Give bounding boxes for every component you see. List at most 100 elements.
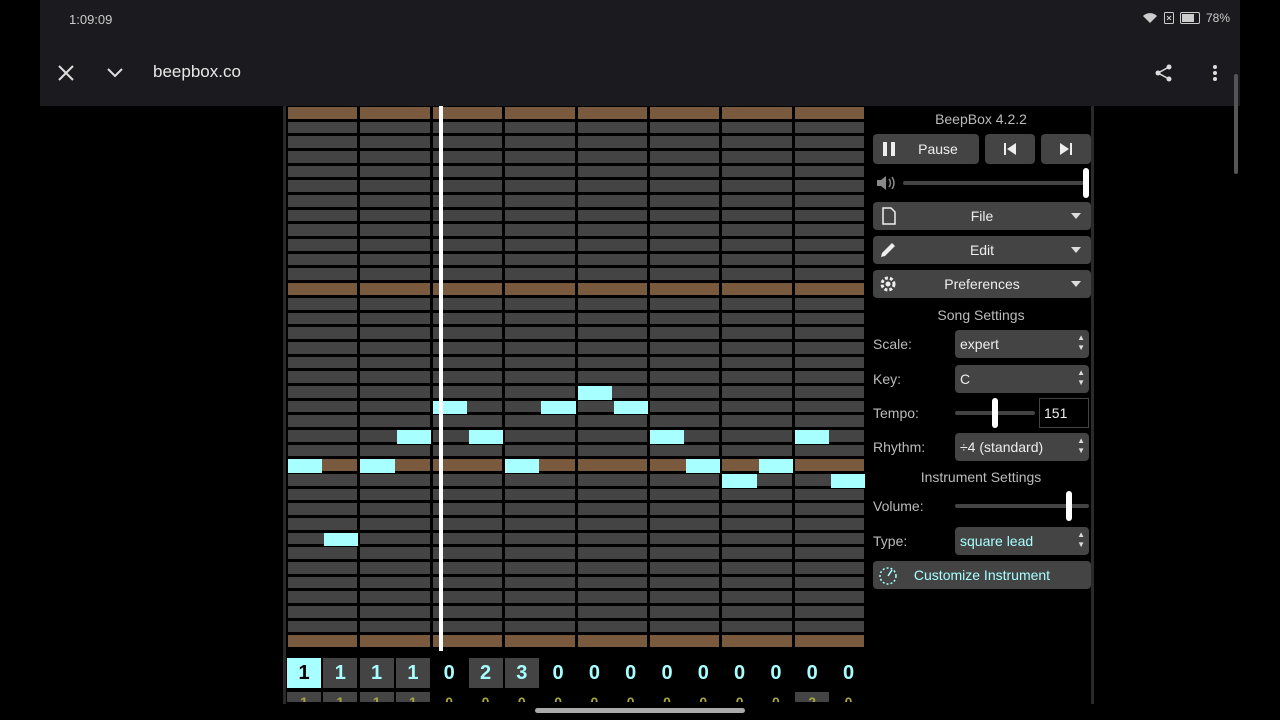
grid-cell[interactable]	[722, 518, 792, 530]
grid-cell[interactable]	[577, 606, 647, 618]
grid-cell[interactable]	[505, 371, 575, 383]
pattern-number[interactable]: 0	[759, 692, 793, 702]
previous-bar-button[interactable]	[985, 134, 1035, 164]
grid-cell[interactable]	[650, 327, 720, 339]
browser-scrollbar[interactable]	[1234, 74, 1238, 174]
grid-cell[interactable]	[650, 268, 720, 281]
note[interactable]	[722, 474, 757, 488]
note[interactable]	[432, 400, 467, 415]
grid-cell[interactable]	[505, 136, 575, 149]
grid-cell[interactable]	[722, 253, 792, 266]
chevron-down-icon[interactable]	[103, 61, 127, 85]
grid-cell[interactable]	[432, 268, 503, 281]
grid-cell[interactable]	[794, 459, 865, 471]
grid-cell[interactable]	[360, 239, 430, 251]
grid-cell[interactable]	[360, 635, 430, 648]
grid-cell[interactable]	[432, 297, 503, 310]
grid-cell[interactable]	[432, 224, 503, 237]
grid-cell[interactable]	[505, 107, 575, 119]
grid-cell[interactable]	[288, 151, 358, 163]
grid-cell[interactable]	[360, 415, 430, 427]
grid-cell[interactable]	[288, 136, 358, 149]
grid-cell[interactable]	[360, 180, 430, 193]
grid-cell[interactable]	[794, 341, 865, 354]
grid-cell[interactable]	[505, 444, 575, 457]
pattern-number[interactable]: 1	[323, 692, 358, 702]
grid-cell[interactable]	[360, 283, 430, 295]
grid-cell[interactable]	[288, 474, 358, 486]
grid-cell[interactable]	[650, 488, 720, 501]
grid-cell[interactable]	[360, 620, 430, 633]
grid-cell[interactable]	[794, 209, 865, 222]
grid-cell[interactable]	[432, 562, 503, 574]
pattern-number[interactable]: 0	[832, 692, 866, 702]
grid-cell[interactable]	[432, 620, 503, 633]
grid-cell[interactable]	[794, 165, 865, 178]
grid-cell[interactable]	[650, 444, 720, 457]
grid-cell[interactable]	[288, 195, 358, 207]
type-select[interactable]: square lead ▲ ▼	[955, 527, 1089, 555]
grid-cell[interactable]	[577, 283, 647, 295]
grid-cell[interactable]	[650, 312, 720, 325]
grid-cell[interactable]	[505, 312, 575, 325]
grid-cell[interactable]	[505, 283, 575, 295]
grid-cell[interactable]	[794, 151, 865, 163]
grid-cell[interactable]	[650, 209, 720, 222]
grid-cell[interactable]	[360, 327, 430, 339]
grid-cell[interactable]	[288, 620, 358, 633]
pattern-number[interactable]: 1	[359, 658, 394, 688]
grid-cell[interactable]	[360, 107, 430, 119]
grid-cell[interactable]	[650, 518, 720, 530]
grid-cell[interactable]	[505, 253, 575, 266]
grid-cell[interactable]	[650, 195, 720, 207]
grid-cell[interactable]	[577, 429, 647, 442]
grid-cell[interactable]	[505, 532, 575, 545]
grid-cell[interactable]	[722, 488, 792, 501]
grid-cell[interactable]	[650, 107, 720, 119]
grid-cell[interactable]	[577, 371, 647, 383]
grid-cell[interactable]	[650, 371, 720, 383]
grid-cell[interactable]	[577, 239, 647, 251]
grid-cell[interactable]	[577, 327, 647, 339]
note[interactable]	[650, 429, 685, 444]
pattern-number[interactable]: 0	[577, 658, 611, 688]
pattern-number[interactable]: 1	[395, 658, 430, 688]
grid-cell[interactable]	[288, 488, 358, 501]
grid-cell[interactable]	[505, 297, 575, 310]
grid-cell[interactable]	[505, 518, 575, 530]
grid-cell[interactable]	[360, 518, 430, 530]
grid-cell[interactable]	[577, 562, 647, 574]
grid-cell[interactable]	[722, 136, 792, 149]
grid-cell[interactable]	[288, 356, 358, 369]
note[interactable]	[396, 429, 431, 444]
pattern-number[interactable]: 0	[686, 692, 720, 702]
grid-cell[interactable]	[794, 371, 865, 383]
file-menu-button[interactable]: File	[873, 202, 1091, 230]
grid-cell[interactable]	[794, 400, 865, 413]
grid-cell[interactable]	[794, 444, 865, 457]
grid-cell[interactable]	[288, 562, 358, 574]
grid-cell[interactable]	[722, 444, 792, 457]
tempo-input[interactable]: 151	[1039, 398, 1089, 428]
note[interactable]	[469, 429, 504, 444]
scale-select[interactable]: expert ▲ ▼	[955, 330, 1089, 358]
master-volume-track[interactable]	[903, 181, 1087, 185]
grid-cell[interactable]	[794, 415, 865, 427]
grid-cell[interactable]	[505, 209, 575, 222]
grid-cell[interactable]	[794, 488, 865, 501]
pattern-number[interactable]: 1	[323, 658, 358, 688]
pattern-number[interactable]: 1	[395, 692, 430, 702]
grid-cell[interactable]	[288, 209, 358, 222]
grid-cell[interactable]	[288, 547, 358, 560]
grid-cell[interactable]	[794, 297, 865, 310]
grid-cell[interactable]	[432, 518, 503, 530]
pattern-number[interactable]: 0	[795, 658, 829, 688]
note[interactable]	[505, 459, 540, 473]
grid-cell[interactable]	[577, 576, 647, 589]
grid-cell[interactable]	[360, 297, 430, 310]
grid-cell[interactable]	[577, 620, 647, 633]
note[interactable]	[577, 385, 612, 400]
grid-cell[interactable]	[722, 576, 792, 589]
grid-cell[interactable]	[577, 107, 647, 119]
grid-cell[interactable]	[288, 503, 358, 516]
